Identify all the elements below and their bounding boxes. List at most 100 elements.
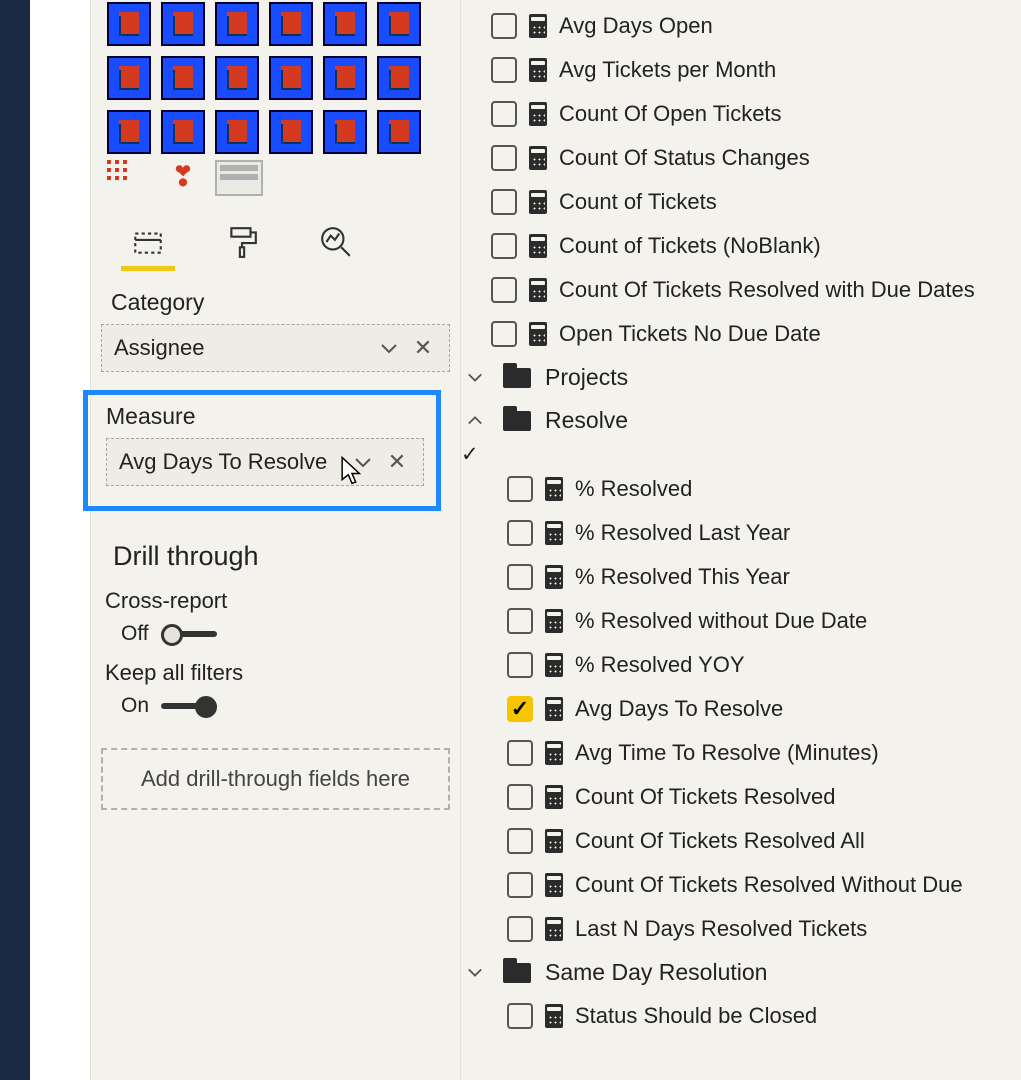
viz-type-tile[interactable] — [269, 56, 313, 100]
viz-type-tile[interactable] — [377, 110, 421, 154]
viz-type-tile[interactable] — [107, 110, 151, 154]
chevron-down-icon — [380, 341, 398, 355]
field-checkbox[interactable] — [507, 916, 533, 942]
field-checkbox[interactable] — [507, 1003, 533, 1029]
field-row[interactable]: % Resolved — [461, 467, 1021, 511]
viz-type-tile[interactable] — [107, 56, 151, 100]
analytics-tab[interactable] — [309, 218, 363, 271]
field-checkbox[interactable] — [491, 145, 517, 171]
field-row[interactable]: % Resolved Last Year — [461, 511, 1021, 555]
visualizations-panel: ❣ Category Assignee — [91, 0, 461, 1080]
measure-icon — [545, 521, 563, 545]
keep-filters-toggle-row: On — [121, 694, 460, 718]
viz-type-tile[interactable] — [215, 110, 259, 154]
viz-type-tile[interactable] — [107, 2, 151, 46]
field-row[interactable]: Count Of Tickets Resolved All — [461, 819, 1021, 863]
field-checkbox[interactable] — [507, 872, 533, 898]
field-row[interactable]: Avg Days Open — [461, 4, 1021, 48]
viz-type-tile[interactable] — [161, 2, 205, 46]
field-checkbox[interactable] — [491, 277, 517, 303]
field-label: Last N Days Resolved Tickets — [575, 916, 867, 942]
field-row[interactable]: Avg Tickets per Month — [461, 48, 1021, 92]
field-checkbox[interactable] — [491, 189, 517, 215]
viz-type-tile[interactable] — [323, 56, 367, 100]
field-row[interactable]: Count Of Tickets Resolved with Due Dates — [461, 268, 1021, 312]
field-row[interactable]: Count Of Status Changes — [461, 136, 1021, 180]
measure-icon — [529, 146, 547, 170]
viz-type-tile[interactable] — [377, 56, 421, 100]
drill-through-dropzone[interactable]: Add drill-through fields here — [101, 748, 450, 810]
viz-type-tile[interactable] — [161, 56, 205, 100]
folder-resolve[interactable]: Resolve — [461, 399, 1021, 442]
field-row[interactable]: Status Should be Closed — [461, 994, 1021, 1038]
field-row[interactable]: Count of Tickets — [461, 180, 1021, 224]
field-row[interactable]: Count Of Tickets Resolved — [461, 775, 1021, 819]
measure-icon — [545, 697, 563, 721]
visual-type-grid — [107, 2, 444, 154]
field-checkbox[interactable] — [491, 101, 517, 127]
chevron-down-icon — [354, 455, 372, 469]
field-row[interactable]: % Resolved This Year — [461, 555, 1021, 599]
cross-report-toggle[interactable] — [161, 624, 217, 644]
field-checkbox[interactable] — [491, 321, 517, 347]
field-row[interactable]: Count of Tickets (NoBlank) — [461, 224, 1021, 268]
field-row[interactable]: Count Of Tickets Resolved Without Due — [461, 863, 1021, 907]
field-checkbox[interactable] — [507, 652, 533, 678]
field-checkbox[interactable] — [491, 13, 517, 39]
field-row[interactable]: Avg Time To Resolve (Minutes) — [461, 731, 1021, 775]
field-checkbox[interactable] — [507, 520, 533, 546]
category-field-menu[interactable] — [375, 335, 403, 361]
folder-icon — [503, 368, 531, 388]
viz-type-extra-3[interactable] — [215, 160, 263, 196]
paint-roller-icon — [225, 225, 259, 259]
folder-projects[interactable]: Projects — [461, 356, 1021, 399]
field-row[interactable]: Count Of Open Tickets — [461, 92, 1021, 136]
measure-icon — [545, 785, 563, 809]
viz-type-tile[interactable] — [323, 110, 367, 154]
viz-type-tile[interactable] — [215, 2, 259, 46]
field-checkbox[interactable] — [491, 233, 517, 259]
field-checkbox[interactable] — [507, 784, 533, 810]
field-checkbox[interactable] — [507, 828, 533, 854]
field-label: % Resolved without Due Date — [575, 608, 867, 634]
fields-tab[interactable] — [121, 218, 175, 271]
field-label: Avg Time To Resolve (Minutes) — [575, 740, 879, 766]
field-checkbox[interactable] — [507, 608, 533, 634]
viz-type-extra-2[interactable]: ❣ — [161, 160, 205, 192]
category-field-well[interactable]: Assignee ✕ — [101, 324, 450, 372]
viz-type-tile[interactable] — [323, 2, 367, 46]
measure-icon — [545, 477, 563, 501]
measure-icon — [545, 609, 563, 633]
field-row[interactable]: % Resolved YOY — [461, 643, 1021, 687]
viz-type-tile[interactable] — [161, 110, 205, 154]
measure-field-remove[interactable]: ✕ — [383, 449, 411, 475]
field-checkbox[interactable] — [507, 564, 533, 590]
field-row[interactable]: Open Tickets No Due Date — [461, 312, 1021, 356]
field-label: Count Of Tickets Resolved — [575, 784, 835, 810]
sameday-fields-list: Status Should be Closed — [461, 994, 1021, 1038]
field-label: Open Tickets No Due Date — [559, 321, 821, 347]
viz-type-tile[interactable] — [377, 2, 421, 46]
measure-field-menu[interactable] — [349, 449, 377, 475]
measure-icon — [545, 741, 563, 765]
field-checkbox[interactable]: ✓ — [507, 696, 533, 722]
viz-type-tile[interactable] — [269, 110, 313, 154]
format-tab[interactable] — [215, 218, 269, 271]
measure-field-well[interactable]: Avg Days To Resolve ✕ — [106, 438, 424, 486]
measure-icon — [545, 873, 563, 897]
measure-highlight-box: Measure Avg Days To Resolve ✕ — [83, 390, 441, 511]
folder-sameday[interactable]: Same Day Resolution — [461, 951, 1021, 994]
keep-filters-toggle[interactable] — [161, 696, 217, 716]
field-row[interactable]: ✓Avg Days To Resolve — [461, 687, 1021, 731]
field-checkbox[interactable] — [507, 740, 533, 766]
viz-type-extra-1[interactable] — [107, 160, 151, 192]
field-checkbox[interactable] — [491, 57, 517, 83]
field-label: % Resolved This Year — [575, 564, 790, 590]
category-field-remove[interactable]: ✕ — [409, 335, 437, 361]
field-checkbox[interactable] — [507, 476, 533, 502]
viz-type-tile[interactable] — [269, 2, 313, 46]
field-row[interactable]: Last N Days Resolved Tickets — [461, 907, 1021, 951]
field-row[interactable]: % Resolved without Due Date — [461, 599, 1021, 643]
measure-icon — [545, 829, 563, 853]
viz-type-tile[interactable] — [215, 56, 259, 100]
